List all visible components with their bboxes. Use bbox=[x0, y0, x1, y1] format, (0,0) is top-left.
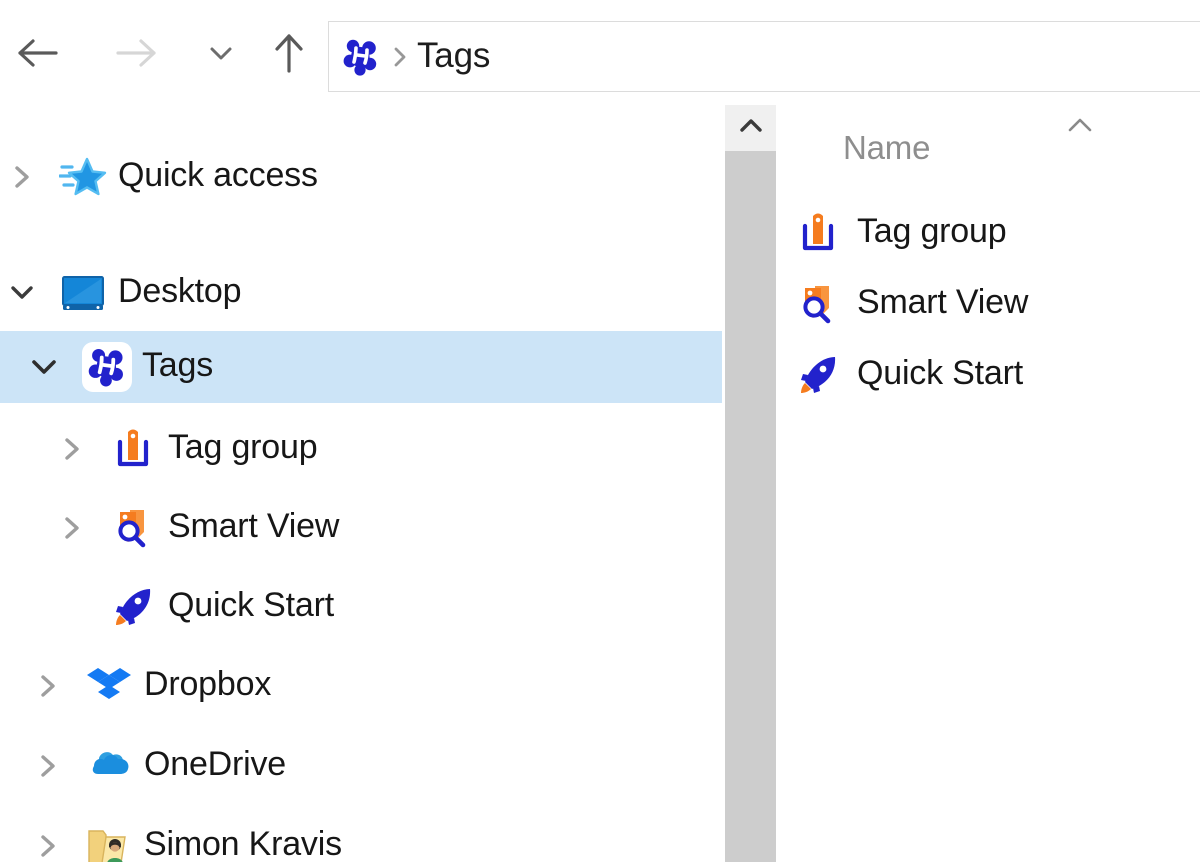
chevron-right-icon[interactable] bbox=[2, 157, 42, 197]
arrow-up-icon bbox=[269, 30, 309, 76]
sidebar-item-smart-view[interactable]: Smart View bbox=[0, 492, 722, 564]
dropbox-icon bbox=[84, 661, 134, 711]
arrow-right-icon bbox=[112, 33, 158, 73]
chevron-up-icon bbox=[1060, 110, 1100, 140]
sidebar-item-label: Quick Start bbox=[168, 586, 334, 624]
chevron-right-icon[interactable] bbox=[28, 826, 68, 862]
smart-view-icon bbox=[783, 281, 853, 327]
chevron-down-icon[interactable] bbox=[24, 347, 64, 387]
sidebar-item-label: Smart View bbox=[168, 507, 340, 545]
scrollbar-thumb[interactable] bbox=[725, 151, 776, 862]
chevron-down-icon bbox=[205, 41, 237, 65]
quick-start-rocket-icon bbox=[783, 352, 853, 398]
onedrive-cloud-icon bbox=[84, 741, 134, 791]
sidebar-item-label: Quick access bbox=[118, 156, 318, 194]
desktop-monitor-icon bbox=[58, 268, 108, 318]
navigation-toolbar: Tags bbox=[0, 0, 1200, 105]
file-explorer-window: Tags Quick access Desktop Tags Tag group… bbox=[0, 0, 1200, 862]
back-button[interactable] bbox=[8, 20, 70, 86]
sidebar-item-label: Simon Kravis bbox=[144, 825, 342, 862]
breadcrumb-current[interactable]: Tags bbox=[417, 38, 490, 76]
list-item[interactable]: Tag group bbox=[783, 197, 1200, 268]
quick-access-star-icon bbox=[58, 152, 108, 202]
user-folder-icon bbox=[84, 821, 134, 862]
tags-app-icon[interactable] bbox=[339, 35, 383, 79]
chevron-right-icon[interactable] bbox=[52, 508, 92, 548]
breadcrumb-separator-icon bbox=[383, 43, 417, 71]
smart-view-icon bbox=[108, 503, 158, 553]
chevron-right-icon[interactable] bbox=[28, 666, 68, 706]
up-button[interactable] bbox=[258, 20, 320, 86]
sidebar-item-label: Tag group bbox=[168, 428, 318, 466]
sidebar-item-label: Tags bbox=[142, 346, 214, 384]
recent-locations-button[interactable] bbox=[190, 20, 252, 86]
sidebar-item-label: OneDrive bbox=[144, 745, 287, 783]
chevron-right-icon[interactable] bbox=[52, 429, 92, 469]
tag-group-icon bbox=[108, 424, 158, 474]
list-item-label: Smart View bbox=[857, 282, 1029, 321]
quick-start-rocket-icon bbox=[108, 582, 158, 632]
tags-app-icon bbox=[82, 342, 132, 392]
sidebar-item-label: Desktop bbox=[118, 272, 242, 310]
chevron-up-icon bbox=[736, 116, 766, 141]
list-item-label: Tag group bbox=[857, 211, 1007, 250]
scrollbar-up-button[interactable] bbox=[725, 105, 776, 151]
file-list: Tag group Smart View Quick Start bbox=[783, 197, 1200, 410]
arrow-left-icon bbox=[16, 33, 62, 73]
sidebar-item-desktop[interactable]: Desktop bbox=[0, 257, 722, 329]
sidebar-item-onedrive[interactable]: OneDrive bbox=[0, 730, 722, 802]
sidebar-item-quick-access[interactable]: Quick access bbox=[0, 141, 722, 213]
column-header-name[interactable]: Name bbox=[843, 131, 930, 164]
sidebar-item-simon-kravis[interactable]: Simon Kravis bbox=[0, 810, 722, 862]
sidebar-item-tag-group[interactable]: Tag group bbox=[0, 413, 722, 485]
sidebar-item-quick-start[interactable]: Quick Start bbox=[0, 571, 722, 643]
column-header-row: Name bbox=[783, 105, 1200, 185]
vertical-scrollbar[interactable] bbox=[725, 105, 776, 862]
address-bar[interactable]: Tags bbox=[328, 21, 1200, 92]
file-list-pane: Name Tag group Smart View Quick Start bbox=[783, 105, 1200, 862]
tag-group-icon bbox=[783, 210, 853, 256]
list-item[interactable]: Quick Start bbox=[783, 339, 1200, 410]
navigation-pane: Quick access Desktop Tags Tag group Smar… bbox=[0, 105, 722, 862]
sidebar-item-label: Dropbox bbox=[144, 665, 272, 703]
sidebar-item-dropbox[interactable]: Dropbox bbox=[0, 650, 722, 722]
chevron-down-icon[interactable] bbox=[2, 273, 42, 313]
sidebar-item-tags[interactable]: Tags bbox=[0, 331, 722, 403]
list-item-label: Quick Start bbox=[857, 353, 1023, 392]
list-item[interactable]: Smart View bbox=[783, 268, 1200, 339]
chevron-right-icon[interactable] bbox=[28, 746, 68, 786]
forward-button[interactable] bbox=[104, 20, 166, 86]
